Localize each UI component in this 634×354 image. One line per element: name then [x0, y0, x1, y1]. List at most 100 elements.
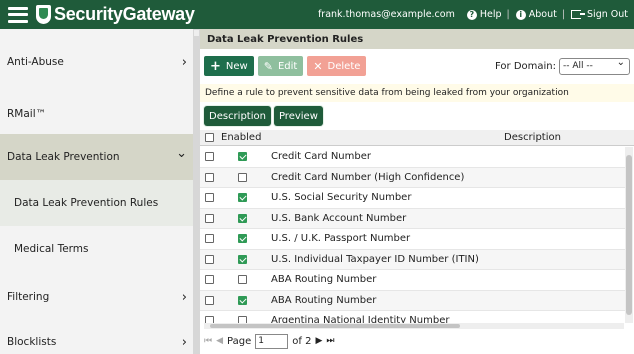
signout-link[interactable]: Sign Out [571, 9, 628, 20]
table-row[interactable]: U.S. Social Security Number [200, 188, 625, 209]
table-vertical-scrollbar[interactable] [625, 147, 633, 323]
table-row[interactable]: Credit Card Number [200, 147, 625, 168]
next-page-icon[interactable]: ▶ [315, 336, 322, 346]
table-row[interactable]: ABA Routing Number [200, 290, 625, 311]
info-icon: i [515, 9, 526, 20]
page-number-input[interactable]: 1 [255, 333, 289, 349]
table-header: Enabled Description [200, 130, 634, 146]
row-enabled-checkbox[interactable] [238, 172, 247, 182]
sidebar-item-label: RMail™ [7, 108, 47, 120]
column-header-enabled[interactable]: Enabled [219, 132, 266, 143]
sidebar: Anti-Abuse › RMail™ Data Leak Prevention… [0, 29, 193, 354]
row-select-checkbox[interactable] [205, 275, 214, 285]
row-enabled-checkbox[interactable] [238, 254, 247, 264]
domain-select[interactable]: -- All -- [559, 57, 630, 75]
last-page-icon[interactable]: ⏭ [326, 336, 334, 346]
sidebar-item-data-leak-prevention[interactable]: Data Leak Prevention ⌄ [0, 134, 193, 180]
row-description: U.S. Social Security Number [271, 192, 412, 204]
first-page-icon[interactable]: ⏮ [204, 336, 212, 346]
sidebar-item-label: Anti-Abuse [7, 56, 64, 68]
sidebar-item-label: Data Leak Prevention Rules [14, 197, 159, 209]
domain-select-value: -- All -- [563, 61, 593, 71]
row-description: U.S. Bank Account Number [271, 212, 407, 224]
row-select-checkbox[interactable] [205, 193, 214, 203]
sidebar-item-filtering[interactable]: Filtering › [0, 274, 193, 320]
domain-label: For Domain: [495, 60, 556, 72]
sidebar-item-label: Medical Terms [14, 243, 89, 255]
user-email[interactable]: frank.thomas@example.com [318, 9, 455, 20]
row-description: Credit Card Number [271, 151, 371, 163]
signout-label: Sign Out [587, 9, 628, 20]
tab-description[interactable]: Description [204, 106, 271, 126]
row-select-checkbox[interactable] [205, 234, 214, 244]
row-select-checkbox[interactable] [205, 152, 214, 162]
row-description: Credit Card Number (High Confidence) [271, 171, 465, 183]
info-text: Define a rule to prevent sensitive data … [205, 88, 569, 98]
row-enabled-checkbox[interactable] [238, 275, 247, 285]
row-select-checkbox[interactable] [205, 254, 214, 264]
help-link[interactable]: ? Help [466, 9, 502, 20]
chevron-down-icon: ⌄ [176, 146, 187, 161]
delete-button[interactable]: ✕ Delete [307, 56, 367, 76]
top-right-links: frank.thomas@example.com ? Help | i Abou… [318, 9, 628, 20]
table-row[interactable]: U.S. / U.K. Passport Number [200, 229, 625, 250]
column-header-description[interactable]: Description [266, 132, 634, 143]
page-title: Data Leak Prevention Rules [200, 29, 634, 49]
sidebar-scrollbar[interactable] [193, 29, 200, 354]
sidebar-item-medical-terms[interactable]: Medical Terms [0, 226, 193, 272]
row-description: ABA Routing Number [271, 274, 377, 286]
domain-filter: For Domain: -- All -- [495, 57, 630, 75]
scrollbar-thumb[interactable] [626, 155, 632, 315]
view-tabs: Description Preview [204, 106, 326, 126]
logo-text: SecurityGateway [54, 4, 195, 24]
sidebar-item-label: Blocklists [7, 336, 57, 348]
table-horizontal-scrollbar[interactable] [204, 323, 624, 329]
toolbar: + New ✎ Edit ✕ Delete For Domain: -- All… [204, 55, 630, 77]
app-logo[interactable]: SecurityGateway [36, 4, 195, 25]
main-panel: Data Leak Prevention Rules + New ✎ Edit … [200, 29, 634, 354]
sidebar-item-anti-abuse[interactable]: Anti-Abuse › [0, 29, 193, 95]
separator: | [561, 9, 566, 20]
hamburger-menu-icon[interactable] [8, 6, 28, 23]
scrollbar-thumb[interactable] [210, 324, 460, 328]
about-link[interactable]: i About [515, 9, 557, 20]
prev-page-icon[interactable]: ◀ [216, 336, 223, 346]
new-button[interactable]: + New [204, 56, 254, 76]
row-enabled-checkbox[interactable] [238, 295, 247, 305]
delete-label: Delete [327, 60, 361, 72]
row-select-checkbox[interactable] [205, 172, 214, 182]
page-label: Page [227, 335, 252, 347]
shield-logo-icon [36, 5, 51, 24]
select-all-checkbox[interactable] [205, 133, 214, 142]
row-description: ABA Routing Number [271, 294, 377, 306]
row-enabled-checkbox[interactable] [238, 213, 247, 223]
edit-icon: ✎ [263, 59, 273, 73]
sidebar-item-dlp-rules[interactable]: Data Leak Prevention Rules [0, 180, 193, 226]
row-description: U.S. Individual Taxpayer ID Number (ITIN… [271, 253, 479, 265]
row-select-checkbox[interactable] [205, 295, 214, 305]
edit-button[interactable]: ✎ Edit [257, 56, 304, 76]
pager: ⏮ ◀ Page 1 of 2 ▶ ⏭ [204, 333, 338, 349]
signout-icon [571, 10, 586, 19]
help-icon: ? [466, 9, 477, 20]
row-enabled-checkbox[interactable] [238, 234, 247, 244]
table-row[interactable]: Credit Card Number (High Confidence) [200, 167, 625, 188]
table-row[interactable]: U.S. Bank Account Number [200, 208, 625, 229]
page-count: of 2 [292, 335, 312, 347]
row-enabled-checkbox[interactable] [238, 193, 247, 203]
separator: | [506, 9, 510, 20]
table-row[interactable]: ABA Routing Number [200, 270, 625, 291]
top-bar: SecurityGateway frank.thomas@example.com… [0, 0, 634, 29]
page-number-value: 1 [258, 336, 264, 346]
table-row[interactable]: U.S. Individual Taxpayer ID Number (ITIN… [200, 249, 625, 270]
chevron-right-icon: › [181, 54, 187, 70]
sidebar-item-rmail[interactable]: RMail™ [0, 95, 193, 133]
new-label: New [225, 60, 248, 72]
sidebar-item-blocklists[interactable]: Blocklists › [0, 320, 193, 354]
tab-preview[interactable]: Preview [273, 106, 323, 126]
row-description: U.S. / U.K. Passport Number [271, 233, 411, 245]
row-enabled-checkbox[interactable] [238, 152, 247, 162]
about-label: About [528, 9, 557, 20]
chevron-right-icon: › [181, 334, 187, 350]
row-select-checkbox[interactable] [205, 213, 214, 223]
